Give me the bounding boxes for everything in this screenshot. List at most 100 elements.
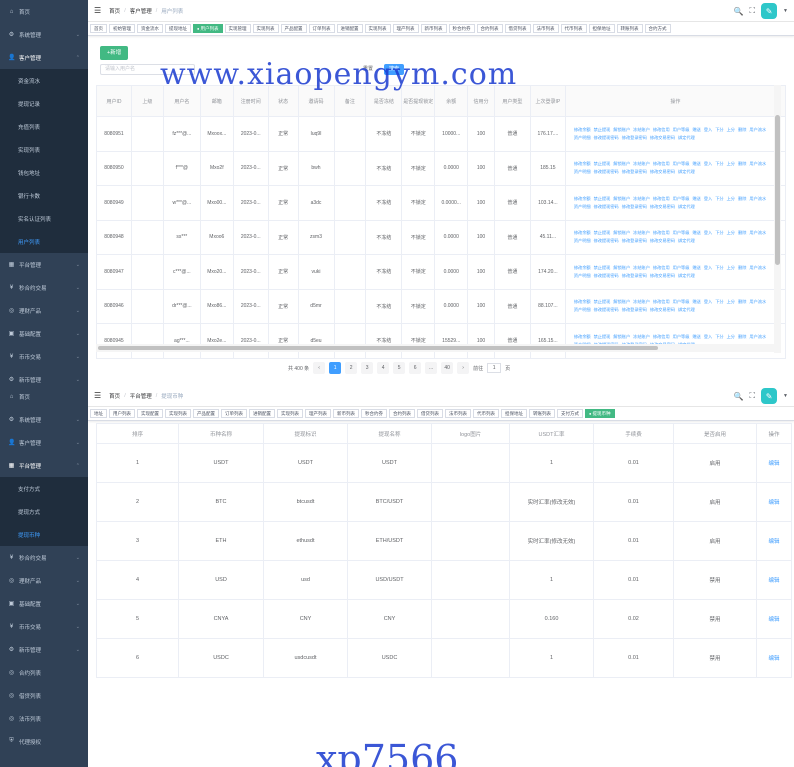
action-link[interactable]: 上分 [727, 264, 735, 272]
action-link[interactable]: 绑定代理 [678, 203, 695, 211]
action-link[interactable]: 修改提现密码 [594, 272, 619, 280]
vertical-scrollbar[interactable] [774, 85, 781, 353]
action-link[interactable]: 解锁账户 [613, 126, 630, 134]
tag-item[interactable]: 订单列表 [221, 409, 247, 418]
action-link[interactable]: 上分 [727, 298, 735, 306]
page-button[interactable]: 3 [361, 362, 374, 374]
sidebar-subitem[interactable]: 用户列表 [0, 230, 88, 253]
sidebar-item[interactable]: ¥ 秒合约交易 ⌄ [0, 546, 88, 569]
avatar[interactable]: ✎ [761, 3, 778, 19]
action-link[interactable]: 赠送 [692, 160, 700, 168]
sidebar-subitem[interactable]: 实名认证列表 [0, 207, 88, 230]
tag-item[interactable]: 产品配置 [193, 409, 219, 418]
tag-item[interactable]: 首页 [90, 24, 107, 33]
action-link[interactable]: 修改登录密码 [622, 237, 647, 245]
tag-item[interactable]: 秒合约券 [448, 24, 475, 33]
action-link[interactable]: 修改登录密码 [622, 306, 647, 314]
tag-item[interactable]: 实现列表 [252, 24, 279, 33]
action-link[interactable]: 修改登录密码 [622, 134, 647, 142]
horizontal-scrollbar[interactable] [96, 344, 774, 352]
hamburger-icon[interactable]: ☰ [94, 391, 101, 400]
sidebar-item[interactable]: 👤 客户管理 ⌄ [0, 431, 88, 454]
action-link[interactable]: 下分 [715, 160, 723, 168]
caret-down-icon[interactable]: ▼ [783, 8, 788, 14]
action-link[interactable]: 修改提现密码 [594, 237, 619, 245]
action-link[interactable]: 修改提现密码 [594, 168, 619, 176]
sidebar-item[interactable]: ⚙ 系统管理 ⌄ [0, 23, 88, 46]
edit-link[interactable]: 编辑 [756, 599, 792, 639]
sidebar-item[interactable]: ◎ 法币列表 [0, 707, 88, 730]
edit-link[interactable]: 编辑 [756, 521, 792, 561]
breadcrumb-platform[interactable]: 平台管理 [130, 392, 152, 400]
action-link[interactable]: 上分 [727, 160, 735, 168]
action-link[interactable]: 登入 [704, 298, 712, 306]
tag-item[interactable]: 借贷列表 [504, 24, 531, 33]
tag-item[interactable]: 支付方式 [557, 409, 583, 418]
action-link[interactable]: 禁止提现 [594, 333, 611, 341]
sidebar-subitem[interactable]: 银行卡数 [0, 184, 88, 207]
action-link[interactable]: 赠送 [692, 298, 700, 306]
action-link[interactable]: 登入 [704, 229, 712, 237]
action-link[interactable]: 解锁账户 [613, 298, 630, 306]
action-link[interactable]: 下分 [715, 195, 723, 203]
action-link[interactable]: 赠送 [692, 229, 700, 237]
action-link[interactable]: 解锁账户 [613, 229, 630, 237]
action-link[interactable]: 删除 [738, 160, 746, 168]
action-link[interactable]: 绑定代理 [678, 134, 695, 142]
action-link[interactable]: 用户等级 [673, 264, 690, 272]
action-link[interactable]: 绑定代理 [678, 237, 695, 245]
action-link[interactable]: 用户流水 [749, 333, 766, 341]
action-link[interactable]: 修改信用 [653, 195, 670, 203]
action-link[interactable]: 用户流水 [749, 298, 766, 306]
tag-item[interactable]: 实现列表 [277, 409, 303, 418]
tag-item[interactable]: 产品配置 [280, 24, 307, 33]
action-link[interactable]: 资产明细 [574, 272, 591, 280]
action-link[interactable]: 删除 [738, 333, 746, 341]
action-link[interactable]: 删除 [738, 264, 746, 272]
action-link[interactable]: 删除 [738, 298, 746, 306]
action-link[interactable]: 用户流水 [749, 264, 766, 272]
edit-link[interactable]: 编辑 [756, 482, 792, 522]
sidebar-item[interactable]: ◎ 理财产品 ⌄ [0, 569, 88, 592]
page-button[interactable]: 1 [329, 362, 342, 374]
page-button[interactable]: 4 [377, 362, 390, 374]
action-link[interactable]: 用户流水 [749, 229, 766, 237]
edit-link[interactable]: 编辑 [756, 443, 792, 483]
tag-item[interactable]: 实现配置 [137, 409, 163, 418]
tag-item[interactable]: 初始管理 [109, 24, 135, 33]
action-link[interactable]: 修改登录密码 [622, 272, 647, 280]
sidebar-subitem[interactable]: 资金流水 [0, 69, 88, 92]
action-link[interactable]: 修改余额 [574, 333, 591, 341]
action-link[interactable]: 修改交易密码 [650, 203, 675, 211]
sidebar-item[interactable]: ¥ 币币交易 ⌄ [0, 345, 88, 368]
action-link[interactable]: 资产明细 [574, 237, 591, 245]
tag-item[interactable]: 借贷列表 [417, 409, 443, 418]
sidebar-item[interactable]: ¥ 秒合约交易 ⌄ [0, 276, 88, 299]
action-link[interactable]: 下分 [715, 229, 723, 237]
action-link[interactable]: 禁止提现 [594, 126, 611, 134]
sidebar-item[interactable]: 👤 客户管理 ⌃ [0, 46, 88, 69]
sidebar-item[interactable]: ⌂ 首页 [0, 385, 88, 408]
sidebar-item[interactable]: ◎ 理财产品 ⌄ [0, 299, 88, 322]
action-link[interactable]: 修改提现密码 [594, 203, 619, 211]
action-link[interactable]: 冻结账户 [633, 229, 650, 237]
action-link[interactable]: 解锁账户 [613, 160, 630, 168]
action-link[interactable]: 资产明细 [574, 168, 591, 176]
tag-item[interactable]: 代币列表 [473, 409, 499, 418]
action-link[interactable]: 修改信用 [653, 229, 670, 237]
tag-item[interactable]: 订单列表 [308, 24, 335, 33]
tag-item[interactable]: 理产列表 [305, 409, 331, 418]
sidebar-item[interactable]: ¥ 币币交易 ⌄ [0, 615, 88, 638]
action-link[interactable]: 登入 [704, 264, 712, 272]
breadcrumb-customer[interactable]: 客户管理 [130, 7, 152, 15]
action-link[interactable]: 解锁账户 [613, 264, 630, 272]
tag-item[interactable]: 担保地址 [501, 409, 527, 418]
sidebar-item[interactable]: ⚙ 新币管理 ⌄ [0, 368, 88, 385]
action-link[interactable]: 删除 [738, 126, 746, 134]
add-user-button[interactable]: +新增 [100, 46, 129, 60]
tag-item[interactable]: 转账列表 [529, 409, 555, 418]
tag-item[interactable]: 转账列表 [616, 24, 643, 33]
prev-page-button[interactable]: ‹ [313, 362, 326, 374]
goto-page-input[interactable]: 1 [487, 363, 502, 373]
action-link[interactable]: 用户等级 [673, 126, 690, 134]
